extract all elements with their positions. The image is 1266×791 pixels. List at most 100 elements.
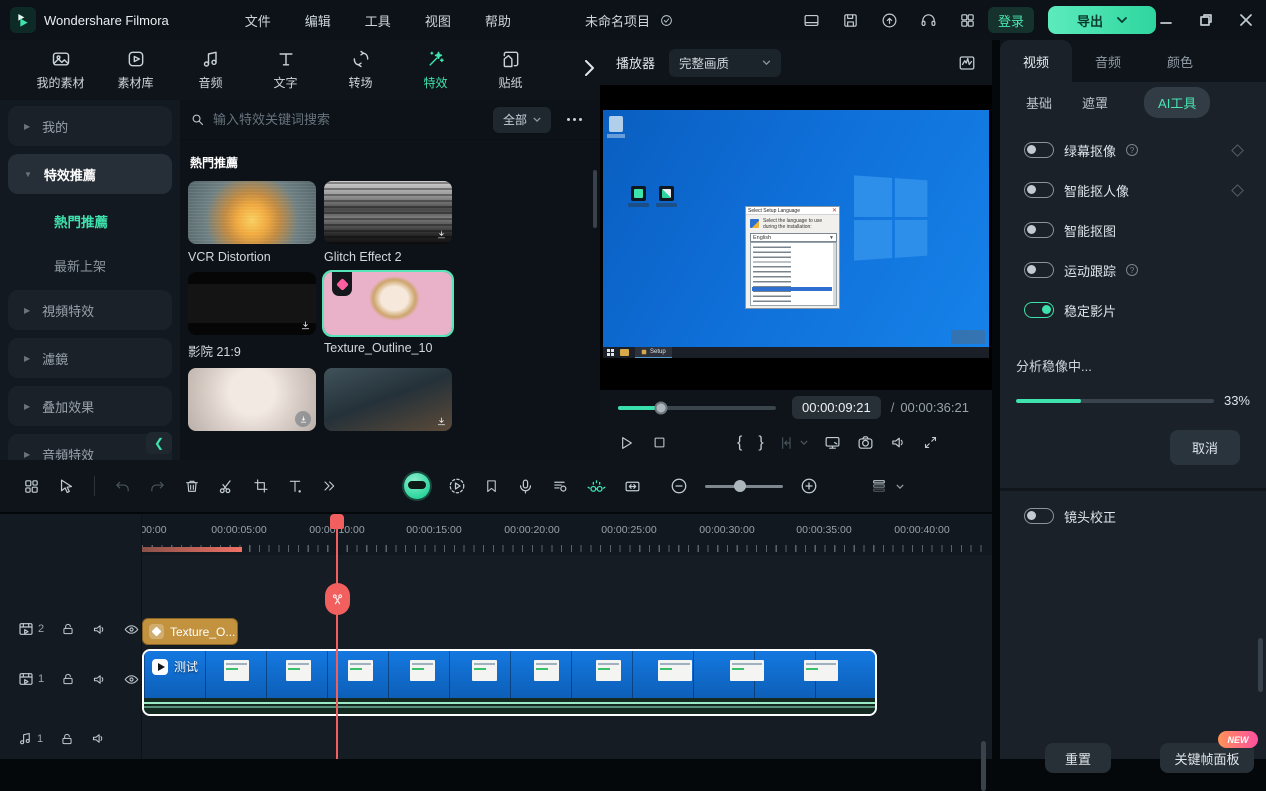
motion-tracking-toggle[interactable] [1024,262,1054,278]
lens-correction-toggle[interactable] [1024,508,1054,524]
keyframe-diamond-icon[interactable] [1231,184,1244,197]
cancel-button[interactable]: 取消 [1170,430,1240,465]
text-tool-icon[interactable] [287,478,303,494]
eye-icon[interactable] [124,672,139,687]
clip-main-video[interactable]: 测试 [142,649,877,716]
filter-dropdown[interactable]: 全部 [493,107,551,133]
eye-icon[interactable] [124,622,139,637]
export-button[interactable]: 导出 [1048,6,1156,34]
seek-knob[interactable] [654,401,667,414]
panel-scrollbar[interactable] [1258,638,1263,692]
effect-card-cinema-21-9[interactable]: 影院 21:9 [188,272,316,360]
marker-icon[interactable] [484,479,499,494]
mute-icon[interactable] [92,672,107,687]
fit-timeline-icon[interactable] [624,478,641,495]
tab-stickers[interactable]: 贴纸 [474,49,547,91]
upload-cloud-icon[interactable] [881,12,898,29]
tab-color[interactable]: 颜色 [1144,40,1216,82]
playhead-line[interactable] [336,514,338,759]
tab-text[interactable]: 文字 [249,49,322,91]
portrait-cutout-toggle[interactable] [1024,182,1054,198]
close-button[interactable] [1226,0,1266,40]
fullscreen-button[interactable] [923,435,938,450]
zoom-slider-knob[interactable] [734,480,746,492]
more-tools-icon[interactable] [321,478,337,494]
effect-card-vcr-distortion[interactable]: VCR Distortion [188,181,316,264]
menu-file[interactable]: 文件 [245,11,271,30]
smart-cut-icon[interactable] [587,477,606,496]
more-options-icon[interactable] [559,118,590,121]
undo-icon[interactable] [114,478,131,495]
ai-assistant-icon[interactable] [404,473,430,499]
category-filters[interactable]: ▶ 濾鏡 [8,338,172,378]
snapshot-camera-button[interactable] [857,434,874,451]
quick-split-button[interactable] [780,435,796,451]
effect-card-untitled-1[interactable] [188,368,316,431]
tab-effects[interactable]: 特效 [399,49,472,91]
seek-slider[interactable] [618,406,776,410]
tab-audio[interactable]: 音频 [174,49,247,91]
help-icon[interactable]: ? [1126,144,1138,156]
category-newest[interactable]: 最新上架 [8,246,172,284]
mute-icon[interactable] [91,731,106,746]
play-button[interactable] [618,435,634,451]
expand-tabs-icon[interactable] [585,60,594,76]
reset-button[interactable]: 重置 [1045,743,1111,773]
keyframe-diamond-icon[interactable] [1231,144,1244,157]
tab-stock-media[interactable]: 素材库 [99,49,172,91]
zoom-in-icon[interactable] [800,477,818,495]
mute-icon[interactable] [92,622,107,637]
voiceover-mic-icon[interactable] [517,478,534,495]
select-cursor-icon[interactable] [58,478,75,495]
category-recommended[interactable]: ▼ 特效推薦 [8,154,172,194]
support-headset-icon[interactable] [920,12,937,29]
clip-texture-outline[interactable]: Texture_O... [142,618,238,645]
timeline-ruler[interactable]: :00:00 00:00:05:00 00:00:10:00 00:00:15:… [0,514,992,555]
login-button[interactable]: 登录 [988,7,1034,33]
restore-button[interactable] [1186,0,1226,40]
category-video-fx[interactable]: ▶ 視頻特效 [8,290,172,330]
stop-button[interactable] [652,435,667,450]
save-icon[interactable] [842,12,859,29]
tab-transitions[interactable]: 转场 [324,49,397,91]
scopes-icon[interactable] [958,54,976,72]
mark-out-button[interactable]: } [758,434,763,452]
help-icon[interactable]: ? [1126,264,1138,276]
effects-scrollbar[interactable] [593,170,597,228]
tab-audio-props[interactable]: 音频 [1072,40,1144,82]
volume-button[interactable] [890,434,907,451]
collapse-sidebar-button[interactable]: ❮ [146,432,172,454]
secondary-display-button[interactable] [824,434,841,451]
menu-edit[interactable]: 编辑 [305,11,331,30]
mark-in-button[interactable]: { [737,434,742,452]
track-height-icon[interactable] [871,478,887,494]
subtab-ai-tools[interactable]: AI工具 [1144,87,1210,118]
timeline-zoom-slider[interactable] [705,485,783,488]
playhead-split-button[interactable] [325,583,350,615]
subtab-basic[interactable]: 基础 [1026,93,1052,112]
menu-tools[interactable]: 工具 [365,11,391,30]
category-mine[interactable]: ▶ 我的 [8,106,172,146]
tab-video[interactable]: 视频 [1000,40,1072,82]
split-scissors-icon[interactable] [218,478,235,495]
lock-icon[interactable] [61,622,75,636]
minimize-button[interactable] [1146,0,1186,40]
effect-card-texture-outline-10[interactable]: Texture_Outline_10 [324,272,452,360]
apps-grid-icon[interactable] [959,12,976,29]
menu-help[interactable]: 帮助 [485,11,511,30]
timeline-scrollbar[interactable] [981,741,986,791]
speed-ramp-icon[interactable] [448,477,466,495]
effect-card-untitled-2[interactable] [324,368,452,431]
zoom-out-icon[interactable] [670,477,688,495]
tab-my-media[interactable]: 我的素材 [24,49,97,91]
menu-view[interactable]: 视图 [425,11,451,30]
category-hot[interactable]: 熱門推薦 [8,202,172,240]
playhead-handle[interactable] [330,514,344,529]
layout-icon[interactable] [803,12,820,29]
quality-dropdown[interactable]: 完整画质 [669,49,781,77]
stabilization-toggle[interactable] [1024,302,1054,318]
lock-icon[interactable] [61,672,75,686]
lock-icon[interactable] [60,732,74,746]
redo-icon[interactable] [149,478,166,495]
category-overlays[interactable]: ▶ 叠加效果 [8,386,172,426]
